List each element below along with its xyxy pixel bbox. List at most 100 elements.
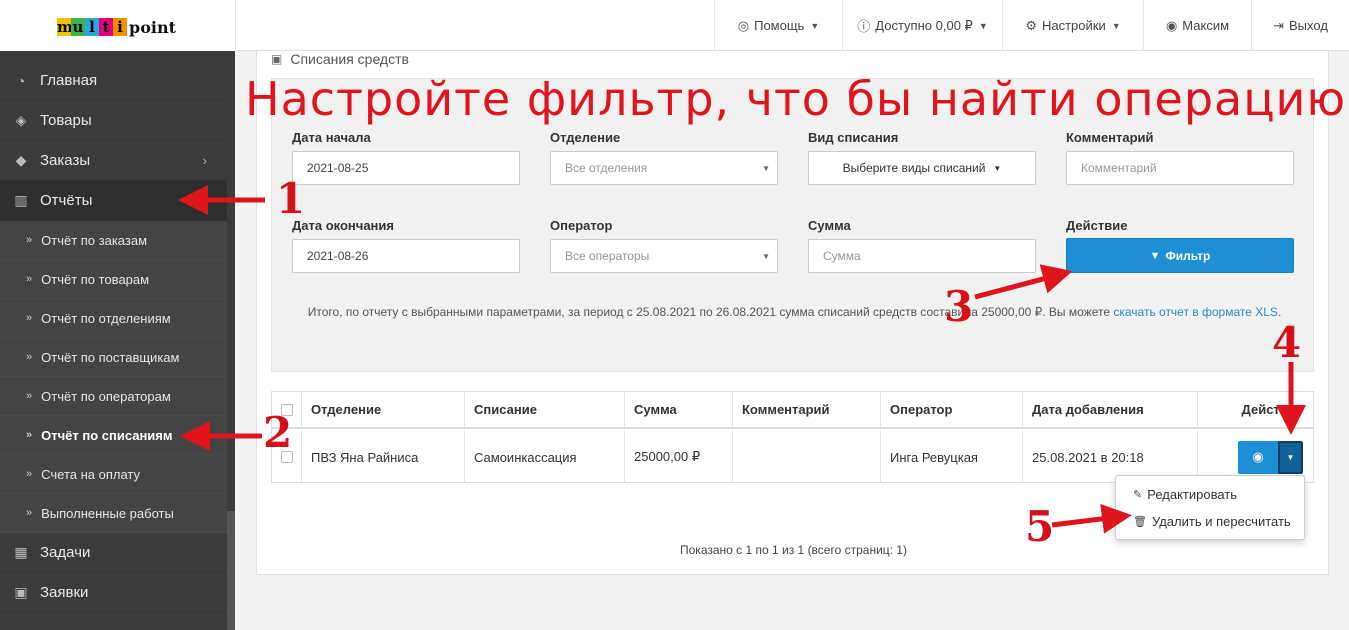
date-start-label: Дата начала <box>292 130 371 145</box>
amount-label: Сумма <box>808 218 851 233</box>
logout-button[interactable]: ⇥ Выход <box>1251 0 1349 51</box>
logo-letter: t <box>99 18 113 36</box>
sidebar-item-more[interactable]: ● <box>0 613 227 630</box>
sidebar-subitem-orders-report[interactable]: » Отчёт по заказам <box>0 221 227 260</box>
date-end-input[interactable]: 2021-08-26 <box>292 239 520 273</box>
operator-select[interactable]: Все операторы ▼ <box>550 239 778 273</box>
scrollbar-thumb[interactable] <box>227 51 235 511</box>
funnel-icon: ▼ <box>1149 249 1161 262</box>
sidebar: ◔ Главная ◈ Товары ◆ Заказы › ▥ Отчёты »… <box>0 51 235 630</box>
double-chevron-icon: » <box>26 507 33 519</box>
user-icon: ◉ <box>1165 17 1178 33</box>
user-menu[interactable]: ◉ Максим <box>1143 0 1251 51</box>
amount-placeholder: Сумма <box>823 249 861 263</box>
tags-icon: ◈ <box>15 112 27 128</box>
row-action-group: ◉ ▼ <box>1238 440 1303 474</box>
sidebar-item-products[interactable]: ◈ Товары <box>0 101 227 141</box>
sidebar-subitem-label: Отчёт по товарам <box>41 271 150 287</box>
date-start-input[interactable]: 2021-08-25 <box>292 151 520 185</box>
money-icon: ▣ <box>271 52 283 66</box>
balance-menu[interactable]: ⓘ Доступно 0,00 ₽ ▼ <box>842 0 1002 51</box>
sidebar-subitem-label: Отчёт по списаниям <box>41 427 173 443</box>
sidebar-subitem-label: Отчёт по отделениям <box>41 310 171 326</box>
cell-writeoff: Самоинкассация <box>465 431 625 483</box>
caret-down-icon: ▼ <box>1286 452 1295 462</box>
double-chevron-icon: » <box>26 312 33 324</box>
sidebar-subitem-branches-report[interactable]: » Отчёт по отделениям <box>0 299 227 338</box>
trash-icon: 🗑 <box>1133 516 1147 528</box>
download-xls-link[interactable]: скачать отчет в формате XLS <box>1113 305 1278 319</box>
sidebar-item-reports[interactable]: ▥ Отчёты <box>0 181 227 221</box>
annotation-headline: Настройте фильтр, что бы найти операцию <box>245 72 1347 126</box>
sidebar-item-label: Отчёты <box>40 192 93 209</box>
column-header[interactable]: Дата добавления <box>1023 392 1198 427</box>
filter-button[interactable]: ▼ Фильтр <box>1066 238 1294 273</box>
column-header[interactable]: Сумма <box>625 392 733 427</box>
logout-icon: ⇥ <box>1273 17 1284 33</box>
edit-label: Редактировать <box>1147 487 1238 502</box>
annotation-number-1: 1 <box>276 174 306 223</box>
logo-tail: point <box>129 17 176 37</box>
column-header[interactable]: Отделение <box>302 392 465 427</box>
annotation-number-3: 3 <box>944 282 974 331</box>
sidebar-subitem-operators-report[interactable]: » Отчёт по операторам <box>0 377 227 416</box>
column-header[interactable]: Оператор <box>881 392 1023 427</box>
annotation-number-2: 2 <box>263 408 293 457</box>
logo-letter: u <box>71 18 85 36</box>
view-button[interactable]: ◉ <box>1238 440 1278 474</box>
sidebar-item-tasks[interactable]: ▦ Задачи <box>0 533 227 573</box>
row-actions-dropdown: ✎ Редактировать 🗑 Удалить и пересчитать <box>1115 475 1305 540</box>
delete-label: Удалить и пересчитать <box>1151 514 1291 529</box>
cell-department: ПВЗ Яна Райниса <box>302 431 465 483</box>
writeoff-type-select[interactable]: Выберите виды списаний ▼ <box>808 151 1036 185</box>
annotation-number-4: 4 <box>1272 318 1302 367</box>
logo-letter: i <box>113 18 127 36</box>
caret-down-icon: ▼ <box>762 252 770 261</box>
chevron-right-icon: › <box>202 153 207 168</box>
help-menu[interactable]: ◎ Помощь ▼ <box>714 0 842 51</box>
box-icon: ▣ <box>14 584 28 600</box>
column-header[interactable]: Комментарий <box>733 392 881 427</box>
operator-value: Все операторы <box>565 249 650 263</box>
writeoffs-table: Отделение Списание Сумма Комментарий Опе… <box>271 391 1314 483</box>
writeoff-type-label: Вид списания <box>808 130 899 145</box>
lifebuoy-icon: ◎ <box>737 17 750 33</box>
sidebar-scrollbar[interactable] <box>227 51 235 630</box>
sidebar-subitem-writeoffs-report[interactable]: » Отчёт по списаниям <box>0 416 227 455</box>
amount-input[interactable]: Сумма <box>808 239 1036 273</box>
settings-label: Настройки <box>1041 18 1106 33</box>
sidebar-subitem-completed-works[interactable]: » Выполненные работы <box>0 494 227 533</box>
filter-button-label: Фильтр <box>1165 248 1211 263</box>
sidebar-subitem-invoices[interactable]: » Счета на оплату <box>0 455 227 494</box>
sidebar-item-label: Заказы <box>40 152 91 169</box>
sidebar-item-label: Главная <box>40 72 98 89</box>
action-label: Действие <box>1066 218 1128 233</box>
delete-recalc-menu-item[interactable]: 🗑 Удалить и пересчитать <box>1133 514 1291 529</box>
cell-operator: Инга Ревуцкая <box>881 431 1023 483</box>
department-label: Отделение <box>550 130 621 145</box>
annotation-number-5: 5 <box>1025 502 1055 551</box>
department-select[interactable]: Все отделения ▼ <box>550 151 778 185</box>
pagination-info: Показано с 1 по 1 из 1 (всего страниц: 1… <box>680 543 907 557</box>
actions-dropdown-toggle[interactable]: ▼ <box>1278 440 1303 474</box>
sidebar-subitem-label: Выполненные работы <box>41 505 174 521</box>
info-icon: ⓘ <box>857 19 871 34</box>
sidebar-subitem-label: Отчёт по поставщикам <box>41 349 180 365</box>
sidebar-subitem-suppliers-report[interactable]: » Отчёт по поставщикам <box>0 338 227 377</box>
comment-input[interactable]: Комментарий <box>1066 151 1294 185</box>
caret-down-icon: ▼ <box>1111 20 1121 31</box>
double-chevron-icon: » <box>26 429 33 441</box>
summary-text: Итого, по отчету с выбранными параметрам… <box>307 305 1114 319</box>
gear-icon: ⚙ <box>1025 17 1037 33</box>
settings-menu[interactable]: ⚙ Настройки ▼ <box>1002 0 1143 51</box>
double-chevron-icon: » <box>26 273 33 285</box>
double-chevron-icon: » <box>26 234 33 246</box>
edit-menu-item[interactable]: ✎ Редактировать <box>1133 487 1237 502</box>
date-end-label: Дата окончания <box>292 218 394 233</box>
sidebar-item-orders[interactable]: ◆ Заказы › <box>0 141 227 181</box>
column-header[interactable]: Списание <box>465 392 625 427</box>
sidebar-subitem-products-report[interactable]: » Отчёт по товарам <box>0 260 227 299</box>
sidebar-item-requests[interactable]: ▣ Заявки <box>0 573 227 613</box>
logo[interactable]: m u l t i point <box>57 17 176 37</box>
sidebar-item-home[interactable]: ◔ Главная <box>0 61 227 101</box>
